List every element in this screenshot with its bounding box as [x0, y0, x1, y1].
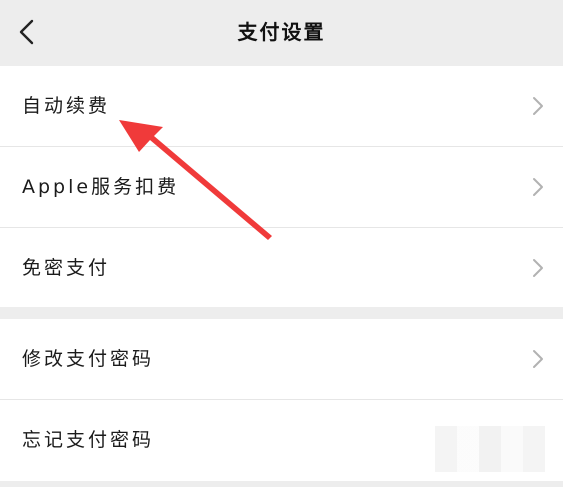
chevron-right-icon — [533, 350, 543, 368]
change-payment-password-item[interactable]: 修改支付密码 — [0, 319, 563, 399]
apple-service-deduction-label: Apple服务扣费 — [22, 176, 180, 198]
chevron-right-icon — [533, 259, 543, 277]
password-settings-group: 修改支付密码 忘记支付密码 — [0, 319, 563, 481]
page-title: 支付设置 — [237, 20, 326, 44]
password-free-payment-label: 免密支付 — [22, 257, 111, 279]
navigation-bar: 支付设置 — [0, 0, 563, 66]
forgot-payment-password-item[interactable]: 忘记支付密码 — [0, 399, 563, 480]
password-free-payment-item[interactable]: 免密支付 — [0, 227, 563, 308]
chevron-right-icon — [533, 97, 543, 115]
auto-renewal-item[interactable]: 自动续费 — [0, 66, 563, 146]
watermark-mosaic — [435, 426, 545, 472]
chevron-right-icon — [533, 178, 543, 196]
change-payment-password-label: 修改支付密码 — [22, 348, 155, 370]
auto-renewal-label: 自动续费 — [22, 95, 111, 117]
payment-settings-group: 自动续费 Apple服务扣费 免密支付 — [0, 66, 563, 307]
forgot-payment-password-label: 忘记支付密码 — [22, 429, 155, 451]
apple-service-deduction-item[interactable]: Apple服务扣费 — [0, 146, 563, 227]
